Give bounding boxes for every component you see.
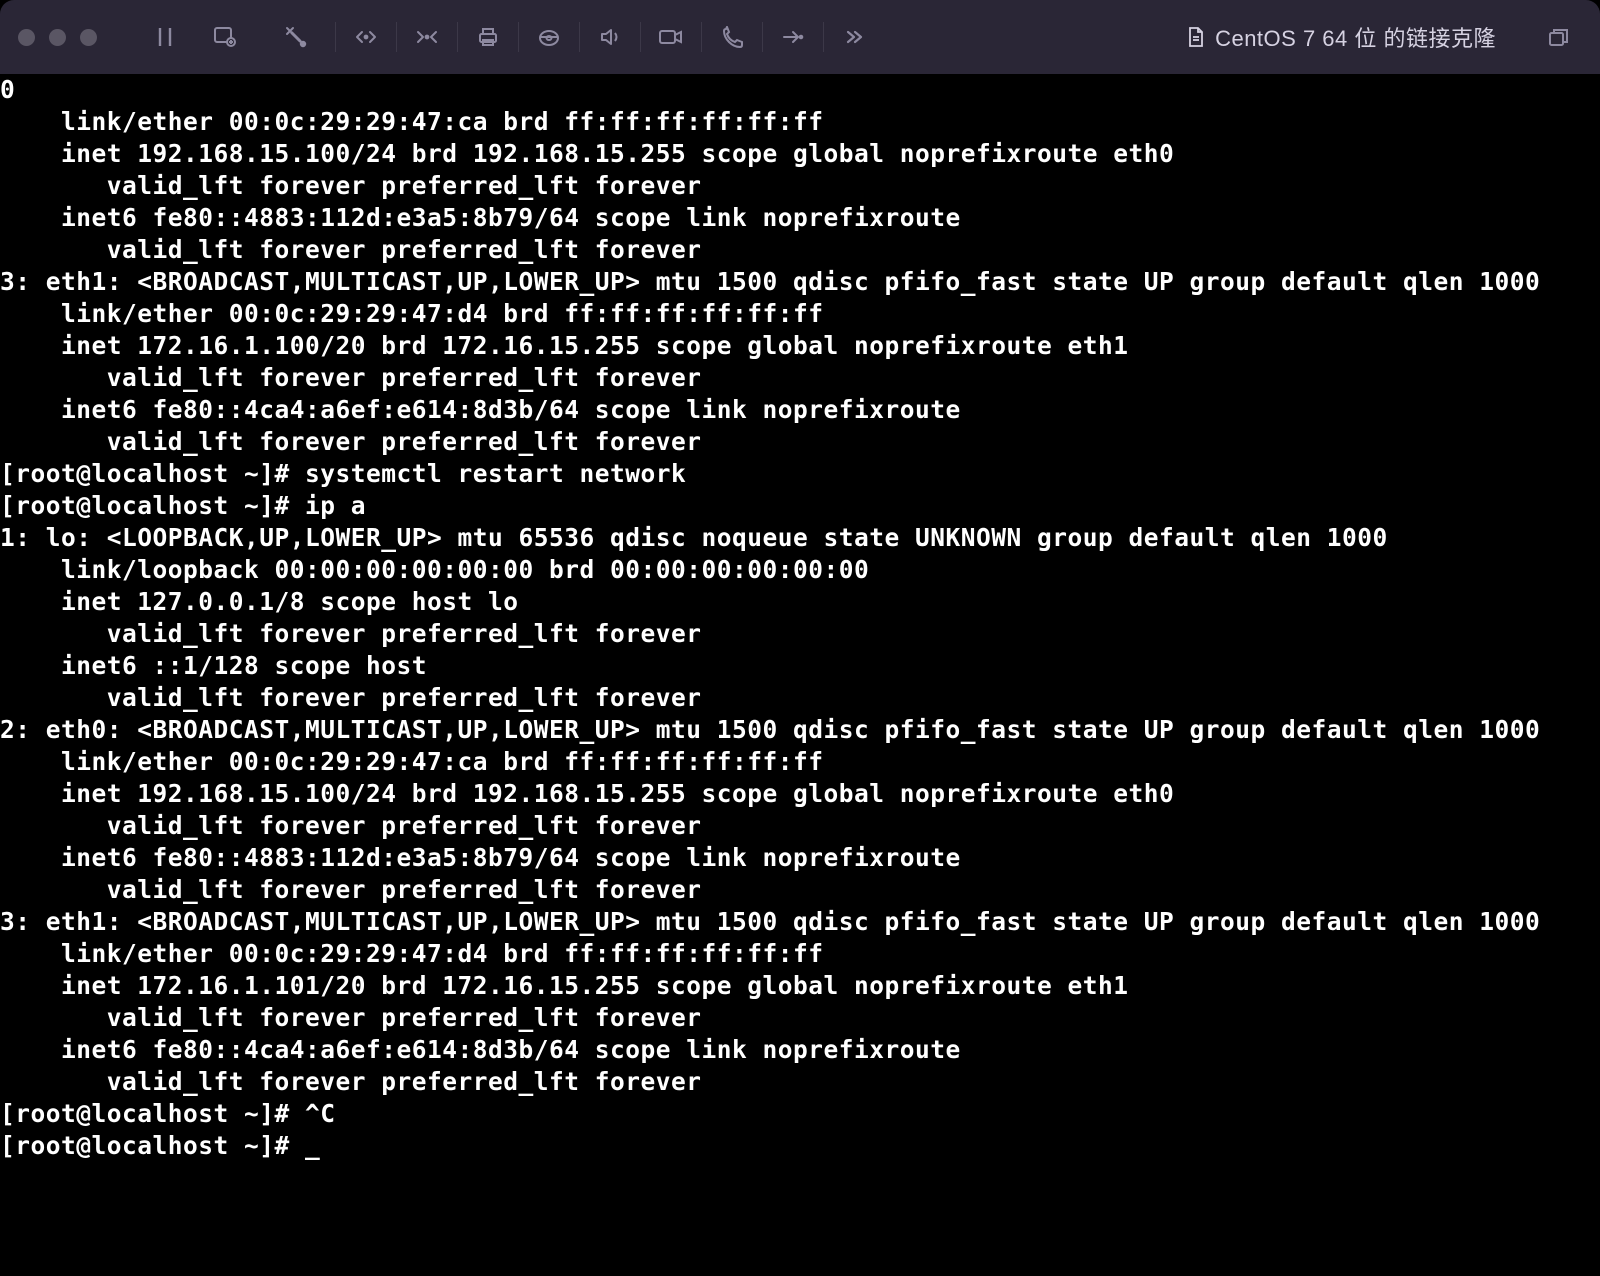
close-window-button[interactable] — [18, 29, 35, 46]
terminal-line: 0 — [0, 74, 1596, 106]
terminal-line: 1: lo: <LOOPBACK,UP,LOWER_UP> mtu 65536 … — [0, 522, 1596, 554]
minimize-window-button[interactable] — [49, 29, 66, 46]
terminal-line: inet 127.0.0.1/8 scope host lo — [0, 586, 1596, 618]
window-title-wrap: CentOS 7 64 位 的链接克隆 — [1187, 21, 1496, 53]
terminal-line: valid_lft forever preferred_lft forever — [0, 426, 1596, 458]
terminal-line: valid_lft forever preferred_lft forever — [0, 1002, 1596, 1034]
pause-button[interactable] — [135, 17, 195, 57]
terminal-line: valid_lft forever preferred_lft forever — [0, 170, 1596, 202]
terminal-line: valid_lft forever preferred_lft forever — [0, 618, 1596, 650]
settings-button[interactable] — [255, 17, 335, 57]
camera-button[interactable] — [641, 17, 701, 57]
toolbar — [135, 17, 884, 57]
terminal-line: valid_lft forever preferred_lft forever — [0, 1066, 1596, 1098]
printer-button[interactable] — [458, 17, 518, 57]
terminal-line: 2: eth0: <BROADCAST,MULTICAST,UP,LOWER_U… — [0, 714, 1596, 746]
terminal-line: link/ether 00:0c:29:29:47:ca brd ff:ff:f… — [0, 106, 1596, 138]
resize-horizontal-button[interactable] — [336, 17, 396, 57]
terminal-line: 3: eth1: <BROADCAST,MULTICAST,UP,LOWER_U… — [0, 906, 1596, 938]
terminal-line: valid_lft forever preferred_lft forever — [0, 234, 1596, 266]
window-controls — [18, 29, 97, 46]
terminal-line: 3: eth1: <BROADCAST,MULTICAST,UP,LOWER_U… — [0, 266, 1596, 298]
terminal-line: link/ether 00:0c:29:29:47:d4 brd ff:ff:f… — [0, 938, 1596, 970]
multi-window-button[interactable] — [1536, 27, 1582, 47]
terminal-line: inet 192.168.15.100/24 brd 192.168.15.25… — [0, 778, 1596, 810]
terminal-line: valid_lft forever preferred_lft forever — [0, 874, 1596, 906]
window-title: CentOS 7 64 位 的链接克隆 — [1215, 21, 1496, 53]
disc-button[interactable] — [519, 17, 579, 57]
terminal-line: inet 172.16.1.101/20 brd 172.16.15.255 s… — [0, 970, 1596, 1002]
terminal-output[interactable]: 0 link/ether 00:0c:29:29:47:ca brd ff:ff… — [0, 74, 1600, 1170]
terminal-line: valid_lft forever preferred_lft forever — [0, 682, 1596, 714]
terminal-line: valid_lft forever preferred_lft forever — [0, 810, 1596, 842]
terminal-line: inet6 fe80::4ca4:a6ef:e614:8d3b/64 scope… — [0, 394, 1596, 426]
terminal-line: link/loopback 00:00:00:00:00:00 brd 00:0… — [0, 554, 1596, 586]
terminal-line: inet 192.168.15.100/24 brd 192.168.15.25… — [0, 138, 1596, 170]
terminal-line: inet6 fe80::4883:112d:e3a5:8b79/64 scope… — [0, 842, 1596, 874]
terminal-line: [root@localhost ~]# _ — [0, 1130, 1596, 1162]
terminal-line: inet 172.16.1.100/20 brd 172.16.15.255 s… — [0, 330, 1596, 362]
terminal-line: valid_lft forever preferred_lft forever — [0, 362, 1596, 394]
terminal-line: [root@localhost ~]# systemctl restart ne… — [0, 458, 1596, 490]
audio-button[interactable] — [580, 17, 640, 57]
share-button[interactable] — [763, 17, 823, 57]
cursor: _ — [305, 1131, 320, 1160]
terminal-line: [root@localhost ~]# ^C — [0, 1098, 1596, 1130]
snapshot-button[interactable] — [195, 17, 255, 57]
terminal-line: inet6 ::1/128 scope host — [0, 650, 1596, 682]
terminal-line: link/ether 00:0c:29:29:47:d4 brd ff:ff:f… — [0, 298, 1596, 330]
zoom-window-button[interactable] — [80, 29, 97, 46]
title-bar: CentOS 7 64 位 的链接克隆 — [0, 0, 1600, 74]
more-tools-button[interactable] — [824, 17, 884, 57]
fit-screen-button[interactable] — [397, 17, 457, 57]
terminal-line: inet6 fe80::4883:112d:e3a5:8b79/64 scope… — [0, 202, 1596, 234]
phone-button[interactable] — [702, 17, 762, 57]
terminal-line: link/ether 00:0c:29:29:47:ca brd ff:ff:f… — [0, 746, 1596, 778]
terminal-line: inet6 fe80::4ca4:a6ef:e614:8d3b/64 scope… — [0, 1034, 1596, 1066]
document-icon — [1187, 26, 1205, 48]
terminal-line: [root@localhost ~]# ip a — [0, 490, 1596, 522]
